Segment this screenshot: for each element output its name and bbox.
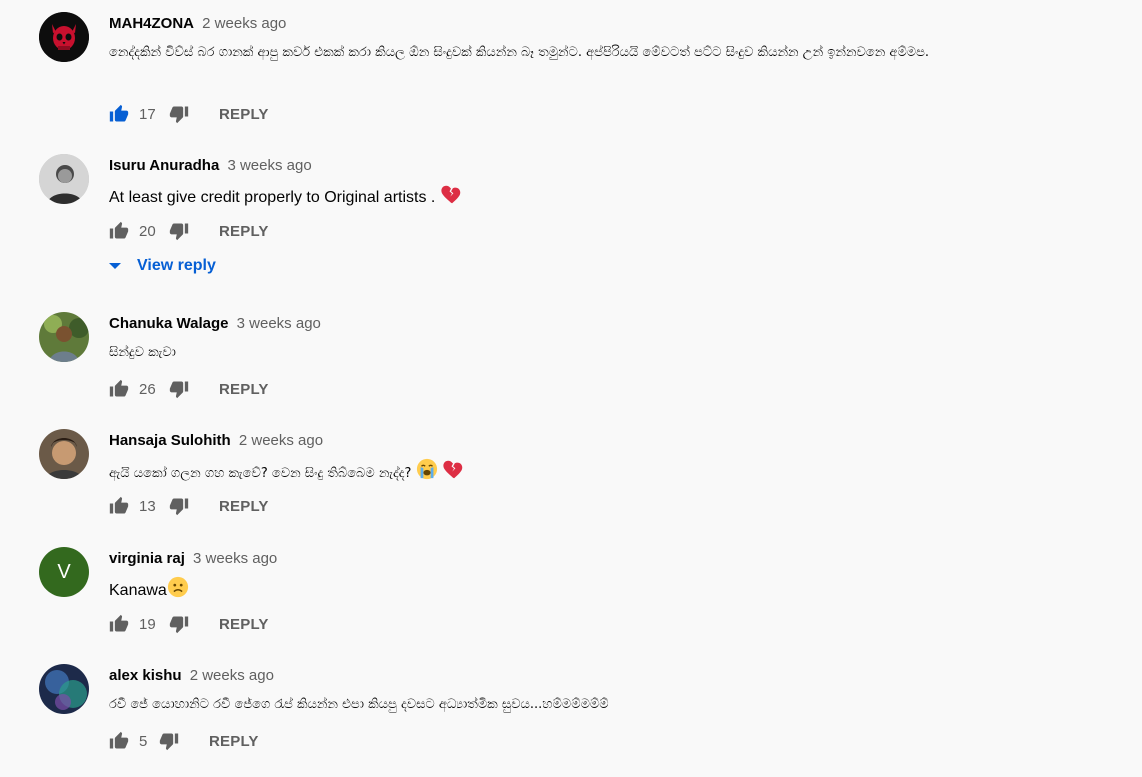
thumbs-down-icon[interactable] — [159, 731, 179, 751]
author-name[interactable]: alex kishu — [109, 667, 182, 684]
avatar-letter: V — [57, 560, 71, 583]
view-reply-label: View reply — [137, 257, 216, 274]
like-count: 5 — [139, 732, 148, 750]
like-count: 19 — [139, 615, 156, 633]
thumbs-up-icon[interactable] — [109, 731, 129, 751]
like-count: 17 — [139, 105, 156, 123]
reply-button[interactable]: REPLY — [209, 733, 259, 750]
thumbs-up-icon[interactable] — [109, 379, 129, 399]
avatar[interactable] — [39, 312, 89, 362]
sad-face-icon — [167, 576, 188, 598]
thumbs-down-icon[interactable] — [169, 104, 189, 124]
thumbs-up-icon[interactable] — [109, 496, 129, 516]
timestamp[interactable]: 2 weeks ago — [202, 15, 286, 32]
like-count: 26 — [139, 380, 156, 398]
broken-heart-icon — [442, 458, 464, 480]
thumbs-down-icon[interactable] — [169, 379, 189, 399]
comment-text: ඇයි යකෝ ගලන ගහ කැවේ? වෙන සිංදු තිබ්බෙම න… — [109, 458, 1099, 486]
broken-heart-icon — [440, 183, 462, 205]
photo-avatar-icon — [39, 154, 89, 204]
timestamp[interactable]: 2 weeks ago — [239, 432, 323, 449]
view-reply-toggle[interactable]: View reply — [106, 257, 216, 275]
comment-text: රවී ජේ යොහානිට රවී ජේගෙ රැප් කියන්න එපා … — [109, 697, 609, 712]
like-count: 20 — [139, 222, 156, 240]
avatar[interactable] — [39, 154, 89, 204]
comment-header: Hansaja Sulohith 2 weeks ago — [109, 432, 323, 450]
photo-avatar-icon — [39, 664, 89, 714]
red-skull-avatar-icon — [39, 12, 89, 62]
timestamp[interactable]: 3 weeks ago — [237, 315, 321, 332]
crying-face-icon — [416, 458, 437, 480]
timestamp[interactable]: 2 weeks ago — [190, 667, 274, 684]
author-name[interactable]: Chanuka Walage — [109, 315, 228, 332]
comment-actions: 17 REPLY — [109, 102, 269, 126]
thumbs-up-icon[interactable] — [109, 104, 129, 124]
comment-header: MAH4ZONA 2 weeks ago — [109, 15, 286, 33]
caret-down-icon — [109, 263, 121, 269]
comment-actions: 26 REPLY — [109, 377, 269, 401]
thumbs-down-icon[interactable] — [169, 614, 189, 634]
avatar[interactable] — [39, 12, 89, 62]
author-name[interactable]: virginia raj — [109, 550, 185, 567]
avatar[interactable] — [39, 664, 89, 714]
avatar[interactable] — [39, 429, 89, 479]
reply-button[interactable]: REPLY — [219, 223, 269, 240]
timestamp[interactable]: 3 weeks ago — [193, 550, 277, 567]
timestamp[interactable]: 3 weeks ago — [227, 157, 311, 174]
author-name[interactable]: MAH4ZONA — [109, 15, 194, 32]
comment-text: Kanawa — [109, 576, 1099, 603]
comment-header: Chanuka Walage 3 weeks ago — [109, 315, 321, 333]
comment-text: සින්දුව කැවා — [109, 345, 176, 360]
author-name[interactable]: Isuru Anuradha — [109, 157, 219, 174]
comment-text-body: Kanawa — [109, 582, 167, 599]
thumbs-up-icon[interactable] — [109, 614, 129, 634]
comment-header: virginia raj 3 weeks ago — [109, 550, 277, 568]
comment-text: At least give credit properly to Origina… — [109, 183, 1099, 210]
comment-text: නෙද්දකින් විව්ස් බර ගානක් ආපු කවර් එකක් … — [109, 45, 930, 60]
reply-button[interactable]: REPLY — [219, 616, 269, 633]
comment-actions: 19 REPLY — [109, 612, 269, 636]
photo-avatar-icon — [39, 312, 89, 362]
avatar[interactable]: V — [39, 547, 89, 597]
comment-header: alex kishu 2 weeks ago — [109, 667, 274, 685]
comment-actions: 13 REPLY — [109, 494, 269, 518]
thumbs-down-icon[interactable] — [169, 496, 189, 516]
comment-actions: 5 REPLY — [109, 729, 259, 753]
author-name[interactable]: Hansaja Sulohith — [109, 432, 231, 449]
reply-button[interactable]: REPLY — [219, 498, 269, 515]
comment-text-body: At least give credit properly to Origina… — [109, 189, 436, 206]
comment-header: Isuru Anuradha 3 weeks ago — [109, 157, 312, 175]
reply-button[interactable]: REPLY — [219, 381, 269, 398]
like-count: 13 — [139, 497, 156, 515]
reply-button[interactable]: REPLY — [219, 106, 269, 123]
comment-actions: 20 REPLY — [109, 219, 269, 243]
thumbs-down-icon[interactable] — [169, 221, 189, 241]
photo-avatar-icon — [39, 429, 89, 479]
thumbs-up-icon[interactable] — [109, 221, 129, 241]
comment-text-body: ඇයි යකෝ ගලන ගහ කැවේ? වෙන සිංදු තිබ්බෙම න… — [109, 466, 412, 481]
